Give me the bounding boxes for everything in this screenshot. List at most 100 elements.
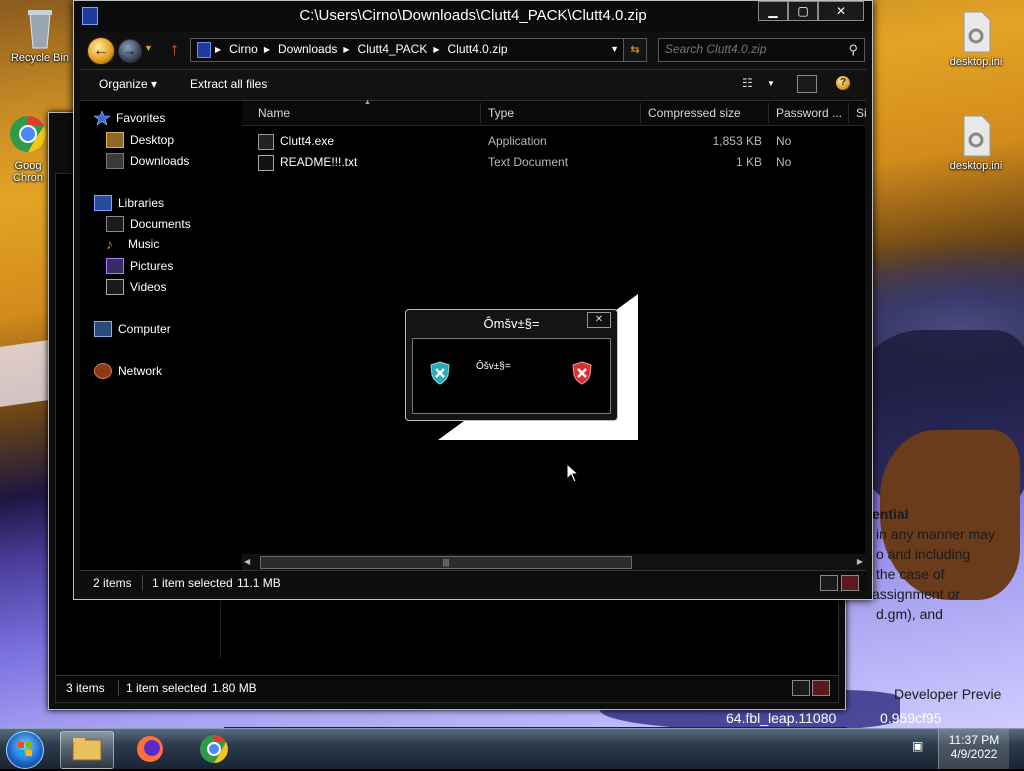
scroll-right-icon[interactable]: ▶: [857, 557, 863, 566]
nav-item-label: Favorites: [116, 111, 166, 125]
nav-item-desktop[interactable]: Desktop: [106, 132, 174, 148]
firefox-icon: [137, 736, 163, 762]
title-bar[interactable]: C:\Users\Cirno\Downloads\Clutt4_PACK\Clu…: [74, 1, 872, 31]
back-arrow-icon[interactable]: ←: [87, 37, 115, 65]
column-header-password[interactable]: Password ...: [776, 106, 842, 120]
desktop-icon-desktop-ini[interactable]: desktop.ini: [938, 114, 1014, 172]
taskbar-explorer-button[interactable]: [60, 731, 114, 769]
column-divider[interactable]: [480, 103, 481, 123]
status-item-count: 3 items: [66, 681, 105, 695]
nav-item-computer[interactable]: Computer: [94, 321, 171, 337]
refresh-icon[interactable]: ⇆: [623, 38, 647, 62]
chevron-right-icon[interactable]: ▶: [215, 42, 229, 58]
nav-item-videos[interactable]: Videos: [106, 279, 166, 295]
star-icon: [93, 110, 111, 126]
desktop-icon-recycle-bin[interactable]: Recycle Bin: [2, 6, 78, 64]
nav-item-music[interactable]: ♪ Music: [106, 237, 159, 251]
column-header-name[interactable]: Name: [258, 106, 290, 120]
search-box[interactable]: ⚲: [658, 38, 865, 62]
column-divider[interactable]: [768, 103, 769, 123]
help-icon[interactable]: ?: [836, 76, 850, 90]
chevron-right-icon[interactable]: ▶: [343, 42, 357, 58]
downloads-folder-icon: [106, 153, 124, 169]
nav-item-label: Videos: [130, 280, 167, 294]
preview-pane-icon[interactable]: [797, 75, 817, 93]
address-bar[interactable]: ▶ Cirno ▶ Downloads ▶ Clutt4_PACK ▶ Clut…: [190, 38, 626, 62]
column-header-compressed-size[interactable]: Compressed size: [648, 106, 741, 120]
minimize-button[interactable]: ▁: [758, 1, 788, 21]
desktop-icon-desktop-ini[interactable]: desktop.ini: [938, 10, 1014, 68]
file-compressed-size: 1,853 KB: [712, 134, 762, 148]
nav-item-favorites[interactable]: Favorites: [93, 110, 166, 126]
nav-item-label: Libraries: [118, 196, 165, 210]
desktop-icon-label: Goog Chron: [13, 160, 43, 184]
nav-item-label: Downloads: [130, 154, 190, 168]
clock-time: 11:37 PM: [948, 733, 1000, 747]
column-divider[interactable]: [640, 103, 641, 123]
breadcrumb-item[interactable]: Cirno: [229, 42, 264, 58]
table-row[interactable]: README!!!.txt Text Document 1 KB No: [254, 152, 865, 172]
breadcrumb-item[interactable]: Clutt4.0.zip: [448, 42, 514, 58]
nav-item-documents[interactable]: Documents: [106, 216, 191, 232]
horizontal-scrollbar[interactable]: ◀ ||| ▶: [242, 554, 865, 570]
extract-all-button[interactable]: Extract all files: [190, 77, 267, 91]
breadcrumb-item[interactable]: Clutt4_PACK: [358, 42, 434, 58]
address-row: ← → ▼ ↑ ▶ Cirno ▶ Downloads ▶ Clutt4_PAC…: [74, 35, 872, 65]
desktop-folder-icon: [106, 132, 124, 148]
large-icons-view-icon[interactable]: [841, 575, 859, 591]
file-type: Text Document: [488, 155, 569, 169]
shield-x-icon: [429, 361, 451, 385]
organize-button[interactable]: Organize ▾: [99, 77, 157, 91]
column-header-type[interactable]: Type: [488, 106, 514, 120]
up-arrow-icon[interactable]: ↑: [170, 39, 179, 60]
search-input[interactable]: [665, 41, 835, 57]
clock[interactable]: 11:37 PM 4/9/2022: [938, 729, 1009, 769]
recent-pages-dropdown-icon[interactable]: ▼: [144, 43, 153, 53]
nav-item-libraries[interactable]: Libraries: [94, 195, 164, 211]
file-password: No: [776, 155, 792, 169]
taskbar-firefox-button[interactable]: [124, 731, 176, 767]
chevron-down-icon[interactable]: ▼: [767, 79, 775, 88]
desktop-icon-label: desktop.ini: [949, 160, 1003, 172]
status-selection: 1 item selected: [152, 576, 233, 590]
wallpaper-text: assignment or: [872, 586, 960, 602]
desktop-icon-label: Recycle Bin: [10, 52, 70, 64]
libraries-icon: [94, 195, 112, 211]
settings-file-icon: [956, 114, 996, 158]
scrollbar-thumb[interactable]: |||: [260, 556, 632, 569]
chevron-right-icon[interactable]: ▶: [433, 42, 447, 58]
explorer-window[interactable]: C:\Users\Cirno\Downloads\Clutt4_PACK\Clu…: [73, 0, 873, 600]
maximize-button[interactable]: ▢: [788, 1, 818, 21]
chevron-down-icon[interactable]: ▼: [610, 44, 619, 54]
nav-item-network[interactable]: Network: [94, 363, 162, 379]
error-dialog[interactable]: Ômšv±§= ✕ Ôšv±§=: [405, 309, 618, 421]
forward-arrow-icon[interactable]: →: [118, 39, 142, 63]
column-divider[interactable]: [848, 103, 849, 123]
start-button[interactable]: [6, 731, 44, 769]
wallpaper-text: d.gm), and: [876, 606, 943, 622]
computer-icon: [94, 321, 112, 337]
nav-item-downloads[interactable]: Downloads: [106, 153, 189, 169]
recycle-bin-icon: [20, 6, 60, 50]
large-icons-view-icon[interactable]: [812, 680, 830, 696]
status-divider: [118, 680, 119, 696]
chevron-right-icon[interactable]: ▶: [264, 42, 278, 58]
network-tray-icon[interactable]: ▣: [912, 739, 923, 753]
nav-item-pictures[interactable]: Pictures: [106, 258, 173, 274]
scroll-left-icon[interactable]: ◀: [244, 557, 250, 566]
details-view-icon[interactable]: [820, 575, 838, 591]
videos-icon: [106, 279, 124, 295]
change-view-icon[interactable]: ☷: [742, 76, 758, 90]
column-header-size[interactable]: Si: [856, 106, 867, 120]
taskbar-chrome-button[interactable]: [188, 731, 240, 767]
details-view-icon[interactable]: [792, 680, 810, 696]
search-icon[interactable]: ⚲: [848, 42, 858, 58]
dialog-close-button[interactable]: ✕: [587, 312, 611, 328]
text-document-icon: [258, 155, 274, 171]
status-size: 1.80 MB: [212, 681, 257, 695]
breadcrumb-item[interactable]: Downloads: [278, 42, 343, 58]
status-divider: [142, 575, 143, 591]
close-button[interactable]: ✕: [818, 1, 864, 21]
table-row[interactable]: Clutt4.exe Application 1,853 KB No: [254, 131, 865, 151]
documents-icon: [106, 216, 124, 232]
